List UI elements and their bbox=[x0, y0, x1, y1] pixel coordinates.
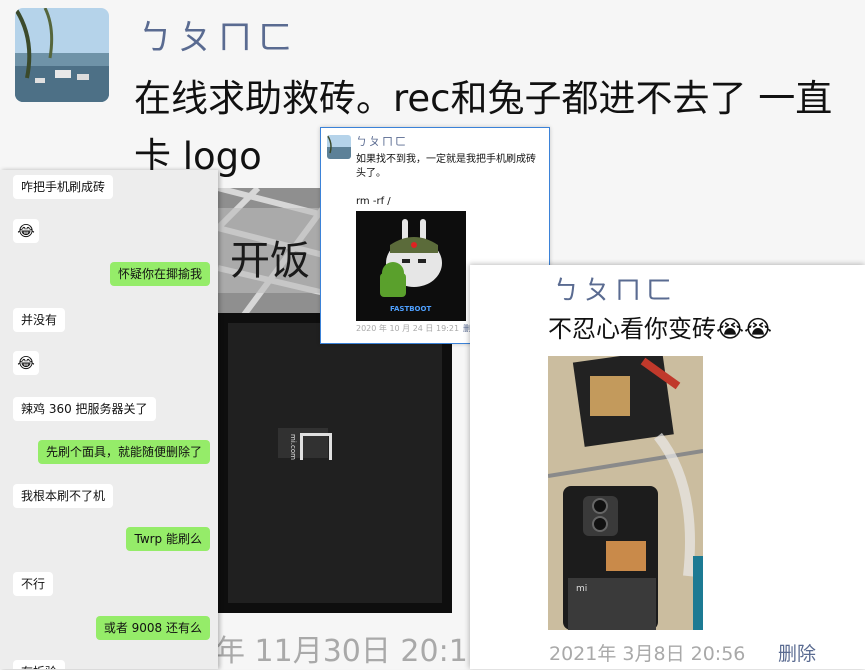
post-photo[interactable]: mi bbox=[548, 356, 703, 630]
post-date: 2021年 3月8日 20:56 bbox=[549, 643, 746, 665]
chat-bubble: 有拆验 bbox=[13, 660, 66, 669]
avatar[interactable] bbox=[327, 135, 351, 159]
chat-bubble-emoji: 😂 bbox=[13, 219, 39, 243]
chat-bubble: 怀疑你在揶揄我 bbox=[109, 262, 210, 286]
avatar[interactable] bbox=[15, 8, 109, 102]
moment-post-2021: ㄅㄆㄇㄈ 不忍心看你变砖😭😭 mi 2021年 3月8日 20:56 删除 bbox=[470, 265, 865, 669]
chat-conversation: 咋把手机刷成砖 😂 怀疑你在揶揄我 并没有 😂 辣鸡 360 把服务器关了 先刷… bbox=[0, 170, 218, 669]
post-date: 2020 年 10 月 24 日 19:21 bbox=[356, 324, 460, 333]
chat-bubble: 我根本刷不了机 bbox=[13, 484, 114, 508]
chat-bubble: Twrp 能刷么 bbox=[126, 527, 210, 551]
mi-logo bbox=[300, 433, 332, 460]
chat-bubble: 或者 9008 还有么 bbox=[95, 616, 210, 640]
avatar-image bbox=[15, 8, 109, 102]
post-text: 不忍心看你变砖😭😭 bbox=[548, 315, 773, 343]
fastboot-label: FASTBOOT bbox=[390, 305, 432, 313]
chat-bubble: 咋把手机刷成砖 bbox=[13, 175, 114, 199]
chat-bubble: 并没有 bbox=[13, 308, 66, 332]
avatar-image bbox=[327, 135, 351, 159]
chat-bubble: 辣鸡 360 把服务器关了 bbox=[13, 397, 156, 421]
post-date: 年 11月30日 20:1 bbox=[215, 634, 468, 669]
chat-bubble-emoji: 😂 bbox=[13, 351, 39, 375]
post-text: 如果找不到我，一定就是我把手机刷成砖头了。 bbox=[356, 154, 536, 179]
username-link[interactable]: ㄅㄆㄇㄈ bbox=[356, 133, 408, 149]
chat-bubble: 先刷个面具，就能随便删除了 bbox=[37, 440, 210, 464]
post-image[interactable]: FASTBOOT bbox=[356, 211, 466, 321]
post-meta: 2020 年 10 月 24 日 19:21删除 bbox=[356, 323, 479, 334]
username-link[interactable]: ㄅㄆㄇㄈ bbox=[553, 270, 677, 307]
chat-bubble: 不行 bbox=[13, 572, 54, 596]
photo-sign-text: 开饭 bbox=[230, 238, 310, 284]
username-link[interactable]: ㄅㄆㄇㄈ bbox=[138, 10, 298, 59]
delete-link[interactable]: 删除 bbox=[778, 639, 816, 666]
mi-logo-text: mi.com bbox=[288, 434, 297, 460]
phone-brand-text: mi bbox=[576, 584, 588, 594]
post-command-text: rm -rf / bbox=[356, 196, 391, 207]
